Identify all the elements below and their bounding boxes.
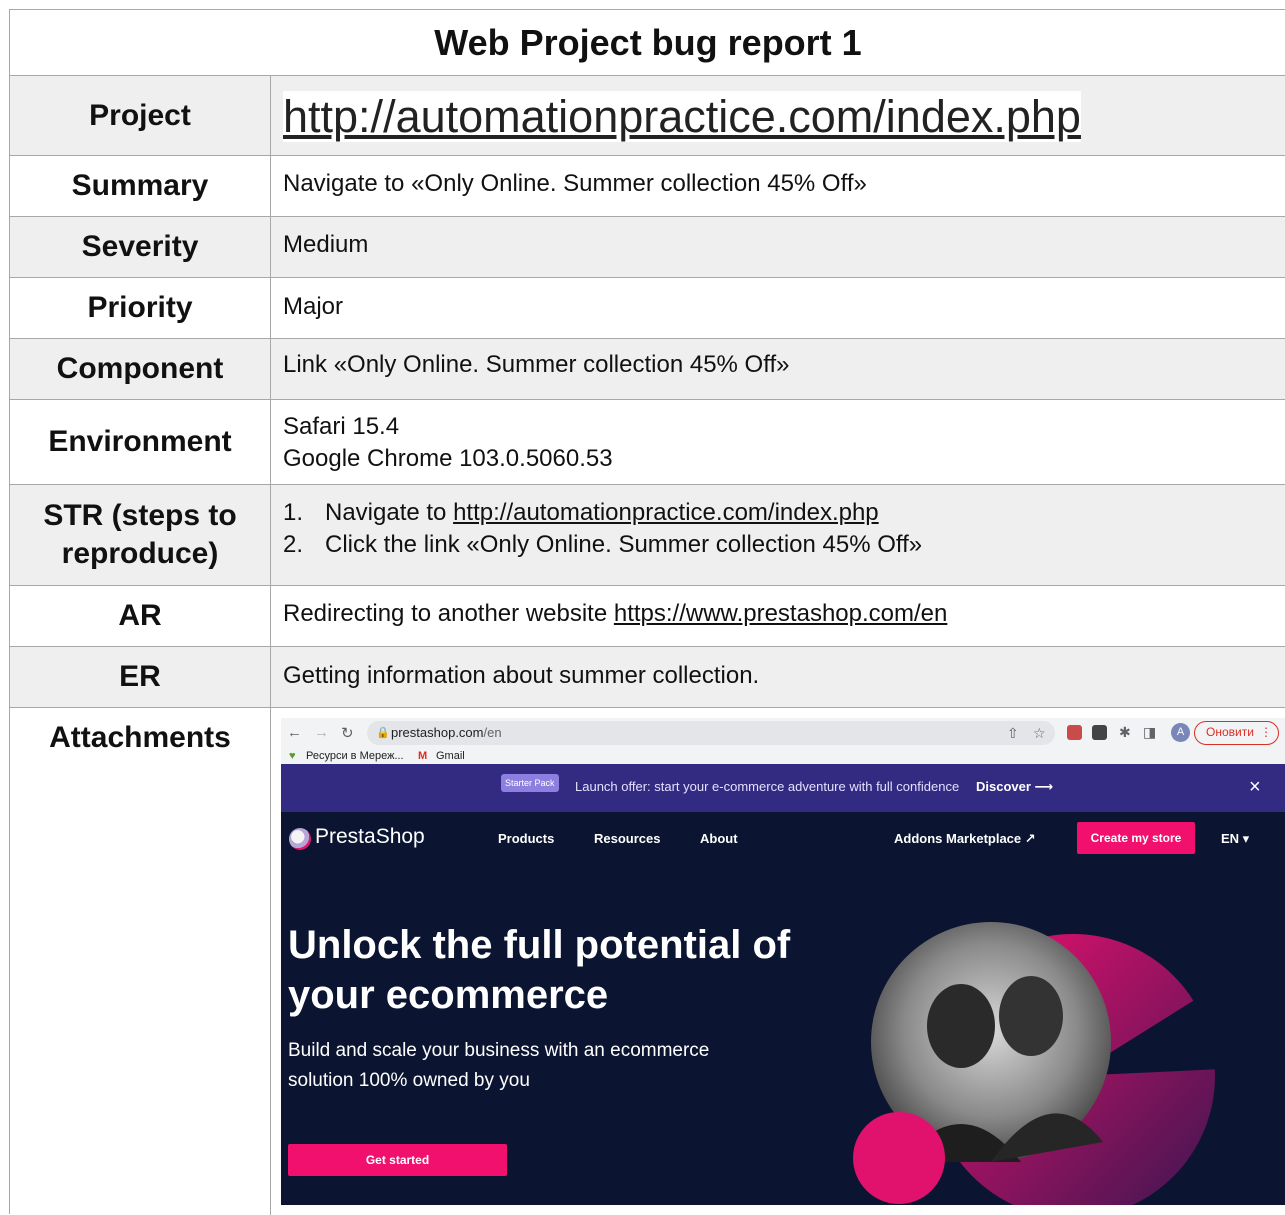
row-severity: Severity Medium bbox=[10, 217, 1285, 278]
update-button[interactable]: Оновити ⋮ bbox=[1194, 721, 1279, 745]
row-label: AR bbox=[10, 586, 271, 646]
row-label: Project bbox=[10, 76, 271, 155]
leaf-icon: ♥ bbox=[289, 750, 296, 762]
row-label: Attachments bbox=[10, 708, 271, 1215]
close-icon[interactable]: × bbox=[1249, 776, 1261, 799]
row-steps: STR (steps to reproduce) 1. Navigate to … bbox=[10, 485, 1285, 586]
person-right-shape bbox=[999, 976, 1063, 1056]
summary-value: Navigate to «Only Online. Summer collect… bbox=[283, 170, 867, 197]
update-label: Оновити bbox=[1206, 725, 1254, 739]
share-icon[interactable]: ⇧ bbox=[1007, 721, 1019, 745]
create-store-button[interactable]: Create my store bbox=[1077, 822, 1195, 854]
gmail-icon: M bbox=[418, 750, 428, 762]
step-item: 2. Click the link «Only Online. Summer c… bbox=[283, 529, 1276, 561]
ar-link[interactable]: https://www.prestashop.com/en bbox=[614, 600, 948, 627]
er-value: Getting information about summer collect… bbox=[283, 662, 760, 689]
browser-toolbar: ← → ↻ 🔒 prestashop.com/en ⇧ ☆ ✱ ◨ A Онов… bbox=[281, 718, 1285, 764]
row-er: ER Getting information about summer coll… bbox=[10, 647, 1285, 708]
row-summary: Summary Navigate to «Only Online. Summer… bbox=[10, 156, 1285, 217]
back-icon[interactable]: ← bbox=[287, 724, 302, 741]
bug-report-table: Web Project bug report 1 Project http://… bbox=[9, 9, 1285, 1215]
small-pink-circle-shape bbox=[853, 1112, 945, 1204]
report-title: Web Project bug report 1 bbox=[434, 21, 862, 63]
step-item: 1. Navigate to http://automationpractice… bbox=[283, 497, 1276, 529]
row-label: Priority bbox=[10, 278, 271, 338]
row-label: Summary bbox=[10, 156, 271, 216]
nav-products[interactable]: Products bbox=[498, 831, 554, 846]
bookmark-gmail[interactable]: Gmail bbox=[436, 748, 465, 764]
severity-value: Medium bbox=[283, 231, 369, 258]
row-environment: Environment Safari 15.4 Google Chrome 10… bbox=[10, 400, 1285, 485]
lock-icon: 🔒 bbox=[376, 727, 390, 739]
promo-text: Launch offer: start your e-commerce adve… bbox=[575, 779, 960, 794]
hero-title: Unlock the full potential of your ecomme… bbox=[288, 923, 791, 1017]
nav-resources[interactable]: Resources bbox=[594, 831, 660, 846]
url-host: prestashop.com bbox=[391, 725, 484, 740]
project-url[interactable]: http://automationpractice.com/index.php bbox=[283, 91, 1276, 142]
environment-line: Safari 15.4 bbox=[283, 413, 400, 440]
reload-icon[interactable]: ↻ bbox=[341, 724, 354, 742]
promo-banner: Starter Pack Launch offer: start your e-… bbox=[281, 764, 1285, 812]
forward-icon[interactable]: → bbox=[314, 724, 329, 741]
step-link[interactable]: http://automationpractice.com/index.php bbox=[453, 497, 879, 529]
row-component: Component Link «Only Online. Summer coll… bbox=[10, 339, 1285, 400]
nav-about[interactable]: About bbox=[700, 831, 738, 846]
ar-value: Redirecting to another website https://w… bbox=[283, 598, 1276, 630]
component-value: Link «Only Online. Summer collection 45%… bbox=[283, 351, 790, 378]
step-number: 2. bbox=[283, 531, 304, 558]
steps-list: 1. Navigate to http://automationpractice… bbox=[283, 497, 1276, 561]
profile-avatar[interactable]: A bbox=[1171, 723, 1190, 742]
person-left-shape bbox=[927, 984, 995, 1068]
puzzle-icon[interactable]: ✱ bbox=[1119, 724, 1131, 741]
discover-link[interactable]: Discover ⟶ bbox=[976, 779, 1053, 795]
address-bar[interactable]: 🔒 prestashop.com/en ⇧ ☆ bbox=[367, 721, 1055, 745]
row-priority: Priority Major bbox=[10, 278, 1285, 339]
row-label: Severity bbox=[10, 217, 271, 277]
menu-dots-icon: ⋮ bbox=[1260, 725, 1272, 739]
hero-subtitle: Build and scale your business with an ec… bbox=[288, 1040, 710, 1091]
language-selector[interactable]: EN ▾ bbox=[1221, 831, 1249, 847]
report-title-row: Web Project bug report 1 bbox=[10, 10, 1285, 76]
nav-addons-marketplace[interactable]: Addons Marketplace ↗ bbox=[894, 831, 1036, 847]
row-ar: AR Redirecting to another website https:… bbox=[10, 586, 1285, 647]
step-number: 1. bbox=[283, 499, 304, 526]
site-nav: PrestaShop Products Resources About Addo… bbox=[281, 812, 1285, 870]
bookmarks-bar: ♥ Ресурси в Мереж... M Gmail bbox=[281, 748, 1285, 764]
environment-line: Google Chrome 103.0.5060.53 bbox=[283, 445, 613, 472]
selenium-extension-icon[interactable] bbox=[1092, 725, 1107, 740]
priority-value: Major bbox=[283, 293, 344, 320]
environment-value: Safari 15.4 Google Chrome 103.0.5060.53 bbox=[283, 411, 1276, 475]
row-label: Component bbox=[10, 339, 271, 399]
attachment-screenshot: ← → ↻ 🔒 prestashop.com/en ⇧ ☆ ✱ ◨ A Онов… bbox=[281, 718, 1285, 1205]
site-logo[interactable]: PrestaShop bbox=[315, 825, 425, 849]
ar-text: Redirecting to another website bbox=[283, 600, 614, 627]
step-text: Navigate to bbox=[325, 499, 454, 526]
row-project: Project http://automationpractice.com/in… bbox=[10, 76, 1285, 156]
step-text: Click the link «Only Online. Summer coll… bbox=[325, 531, 923, 558]
prestashop-logo-icon[interactable] bbox=[289, 828, 311, 850]
row-label: Environment bbox=[10, 400, 271, 484]
row-label: STR (steps to reproduce) bbox=[10, 485, 271, 585]
row-label: ER bbox=[10, 647, 271, 707]
hero-image bbox=[853, 922, 1285, 1205]
bookmark-resources[interactable]: Ресурси в Мереж... bbox=[306, 748, 404, 764]
side-panel-icon[interactable]: ◨ bbox=[1143, 724, 1156, 741]
bookmark-star-icon[interactable]: ☆ bbox=[1033, 721, 1046, 745]
get-started-button[interactable]: Get started bbox=[288, 1144, 507, 1176]
extension-icon[interactable] bbox=[1067, 725, 1082, 740]
url-path: /en bbox=[483, 725, 502, 740]
starter-pack-badge: Starter Pack bbox=[501, 774, 559, 792]
